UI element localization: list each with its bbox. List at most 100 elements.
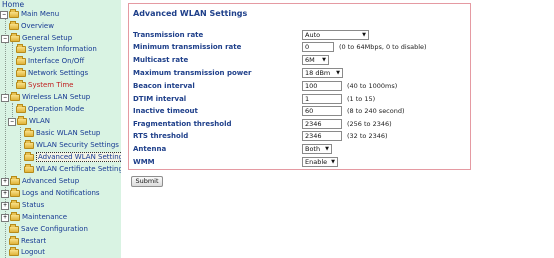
tree-item-save-configuration[interactable]: Save Configuration <box>9 224 88 235</box>
wmm-label: WMM <box>133 158 155 166</box>
tree-item-label: Advanced Setup <box>22 177 80 185</box>
tree-line <box>12 42 13 86</box>
dropdown-arrow-icon: ▼ <box>336 70 340 76</box>
tree-item-label: WLAN Security Settings <box>36 141 119 149</box>
tree-item-label: System Information <box>28 45 97 53</box>
dropdown-arrow-icon: ▼ <box>322 57 326 63</box>
max-transmission-power-label: Maximum transmission power <box>133 69 252 77</box>
expand-icon[interactable]: + <box>1 201 9 210</box>
antenna-label: Antenna <box>133 145 167 153</box>
tree-item-label: Wireless LAN Setup <box>22 93 91 101</box>
rts-threshold-label: RTS threshold <box>133 132 189 140</box>
tree-item-wlan[interactable]: − WLAN <box>8 116 50 127</box>
folder-icon <box>10 212 20 221</box>
dropdown-arrow-icon: ▼ <box>325 146 329 152</box>
tree-item-label: Main Menu <box>21 10 60 18</box>
folder-icon <box>10 188 20 197</box>
beacon-interval-input[interactable]: 100 <box>302 81 342 91</box>
collapse-icon[interactable]: − <box>0 10 8 19</box>
tree-item-label: Maintenance <box>22 213 68 221</box>
tree-item-label: WLAN Certificate Settings <box>36 165 121 173</box>
expand-icon[interactable]: + <box>1 177 9 186</box>
tree-item-main-menu[interactable]: − Main Menu <box>0 9 59 20</box>
tree-item-logs-and-notifications[interactable]: + Logs and Notifications <box>1 188 100 199</box>
tree-item-wireless-lan-setup[interactable]: − Wireless LAN Setup <box>1 92 90 103</box>
tree-item-label: Logout <box>21 248 45 256</box>
tree-item-logout[interactable]: Logout <box>9 247 45 258</box>
collapse-icon[interactable]: − <box>1 93 9 102</box>
folder-icon <box>10 200 20 209</box>
tree-item-network-settings[interactable]: Network Settings <box>16 68 88 79</box>
inactive-timeout-input[interactable]: 60 <box>302 106 342 116</box>
tree-item-operation-mode[interactable]: Operation Mode <box>16 104 84 115</box>
folder-icon <box>9 247 19 256</box>
folder-icon <box>17 116 27 125</box>
expand-icon[interactable]: + <box>1 189 9 198</box>
tree-item-wlan-certificate-settings[interactable]: WLAN Certificate Settings <box>24 164 121 175</box>
tree-item-label: Status <box>22 201 45 209</box>
tree-item-system-information[interactable]: System Information <box>16 44 97 55</box>
select-value: 18 dBm <box>305 69 331 77</box>
folder-icon <box>10 176 20 185</box>
fragmentation-threshold-input[interactable]: 2346 <box>302 119 342 129</box>
fragmentation-threshold-hint: (256 to 2346) <box>347 120 392 128</box>
dtim-interval-input[interactable]: 1 <box>302 94 342 104</box>
antenna-select[interactable]: Both ▼ <box>302 144 332 154</box>
folder-icon <box>9 236 19 245</box>
beacon-interval-label: Beacon interval <box>133 82 195 90</box>
folder-icon <box>16 104 26 113</box>
home-link[interactable]: Home <box>2 0 24 9</box>
folder-icon <box>24 128 34 137</box>
tree-item-label: Network Settings <box>28 69 89 77</box>
tree-item-label: General Setup <box>22 34 73 42</box>
folder-icon <box>10 92 20 101</box>
wmm-select[interactable]: Enable ▼ <box>302 157 338 167</box>
tree-item-system-time[interactable]: System Time <box>16 80 73 91</box>
submit-button[interactable]: Submit <box>131 176 163 187</box>
select-value: Both <box>305 145 321 153</box>
tree-item-label: System Time <box>28 81 74 89</box>
transmission-rate-select[interactable]: Auto ▼ <box>302 30 369 40</box>
tree-line <box>20 127 21 170</box>
tree-item-advanced-setup[interactable]: + Advanced Setup <box>1 176 79 187</box>
tree-item-label: Operation Mode <box>28 105 85 113</box>
tree-item-label: WLAN <box>29 117 51 125</box>
folder-icon <box>16 68 26 77</box>
rts-threshold-input[interactable]: 2346 <box>302 131 342 141</box>
tree-item-label: Interface On/Off <box>28 57 85 65</box>
advanced-wlan-settings-panel: Advanced WLAN Settings Transmission rate… <box>128 3 471 170</box>
folder-icon <box>16 56 26 65</box>
folder-icon <box>9 21 19 30</box>
folder-icon <box>16 44 26 53</box>
transmission-rate-label: Transmission rate <box>133 31 204 39</box>
tree-item-label: Advanced WLAN Settings <box>36 152 121 162</box>
beacon-interval-hint: (40 to 1000ms) <box>347 82 398 90</box>
tree-item-maintenance[interactable]: + Maintenance <box>1 212 67 223</box>
collapse-icon[interactable]: − <box>8 117 16 126</box>
inactive-timeout-hint: (8 to 240 second) <box>347 107 405 115</box>
tree-item-general-setup[interactable]: − General Setup <box>1 33 72 44</box>
inactive-timeout-label: Inactive timeout <box>133 107 198 115</box>
panel-title: Advanced WLAN Settings <box>133 9 248 18</box>
tree-item-advanced-wlan-settings[interactable]: Advanced WLAN Settings <box>24 152 121 163</box>
max-transmission-power-select[interactable]: 18 dBm ▼ <box>302 68 343 78</box>
multicast-rate-select[interactable]: 6M ▼ <box>302 55 329 65</box>
tree-item-interface-onoff[interactable]: Interface On/Off <box>16 56 84 67</box>
folder-icon <box>24 140 34 149</box>
tree-item-label: Basic WLAN Setup <box>36 129 101 137</box>
folder-icon <box>24 152 34 161</box>
tree-item-wlan-security-settings[interactable]: WLAN Security Settings <box>24 140 119 151</box>
collapse-icon[interactable]: − <box>1 34 9 43</box>
expand-icon[interactable]: + <box>1 213 9 222</box>
min-transmission-rate-input[interactable]: 0 <box>302 42 334 52</box>
select-value: 6M <box>305 56 315 64</box>
tree-item-label: Logs and Notifications <box>22 189 100 197</box>
select-value: Auto <box>305 31 321 39</box>
tree-item-status[interactable]: + Status <box>1 200 44 211</box>
tree-item-restart[interactable]: Restart <box>9 236 46 247</box>
folder-icon <box>9 9 19 18</box>
select-value: Enable <box>305 158 328 166</box>
tree-item-basic-wlan-setup[interactable]: Basic WLAN Setup <box>24 128 100 139</box>
rts-threshold-hint: (32 to 2346) <box>347 132 388 140</box>
tree-item-overview[interactable]: Overview <box>9 21 54 32</box>
